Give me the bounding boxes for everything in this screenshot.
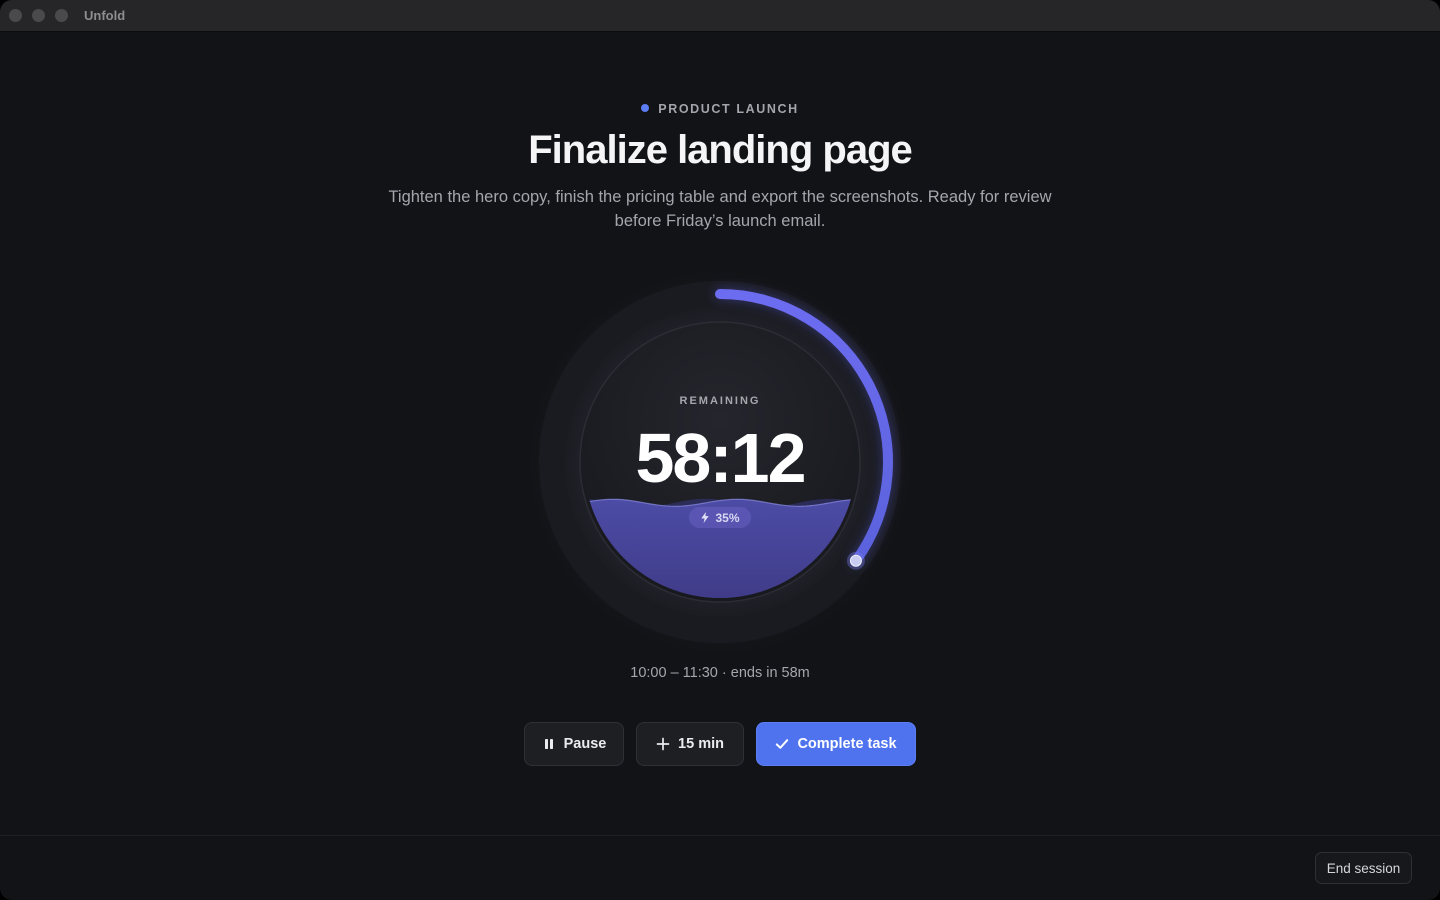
zoom-window-button[interactable] — [55, 9, 68, 22]
app-window: Unfold PRODUCT LAUNCH Finalize landing p… — [0, 0, 1440, 900]
pause-label: Pause — [563, 736, 607, 752]
project-color-dot — [641, 104, 650, 112]
project-name: PRODUCT LAUNCH — [658, 102, 799, 116]
energy-badge: 35% — [689, 507, 751, 528]
schedule-text: 10:00 – 11:30 · ends in 58m — [630, 665, 810, 681]
minimize-window-button[interactable] — [32, 9, 45, 22]
close-window-button[interactable] — [9, 9, 22, 22]
project-tag: PRODUCT LAUNCH — [0, 102, 1440, 116]
progress-knob[interactable] — [849, 554, 862, 567]
remaining-label: REMAINING — [679, 395, 761, 407]
app-title: Unfold — [84, 8, 126, 23]
footer-divider — [0, 835, 1440, 836]
task-description: Tighten the hero copy, finish the pricin… — [388, 188, 1052, 230]
task-title: Finalize landing page — [528, 128, 913, 172]
add-time-label: 15 min — [678, 736, 724, 752]
complete-task-button[interactable]: Complete task — [756, 722, 916, 766]
complete-task-label: Complete task — [797, 736, 897, 752]
plus-icon — [656, 737, 670, 751]
pause-button[interactable]: Pause — [524, 722, 624, 766]
end-session-button[interactable]: End session — [1315, 852, 1412, 884]
add-15-min-button[interactable]: 15 min — [636, 722, 744, 766]
energy-value: 35% — [715, 510, 740, 525]
pause-icon — [544, 739, 553, 749]
checkmark-icon — [776, 739, 789, 749]
lightning-bolt-icon — [701, 512, 710, 523]
remaining-time: 58:12 — [635, 419, 806, 497]
title-bar: Unfold — [0, 0, 1440, 32]
